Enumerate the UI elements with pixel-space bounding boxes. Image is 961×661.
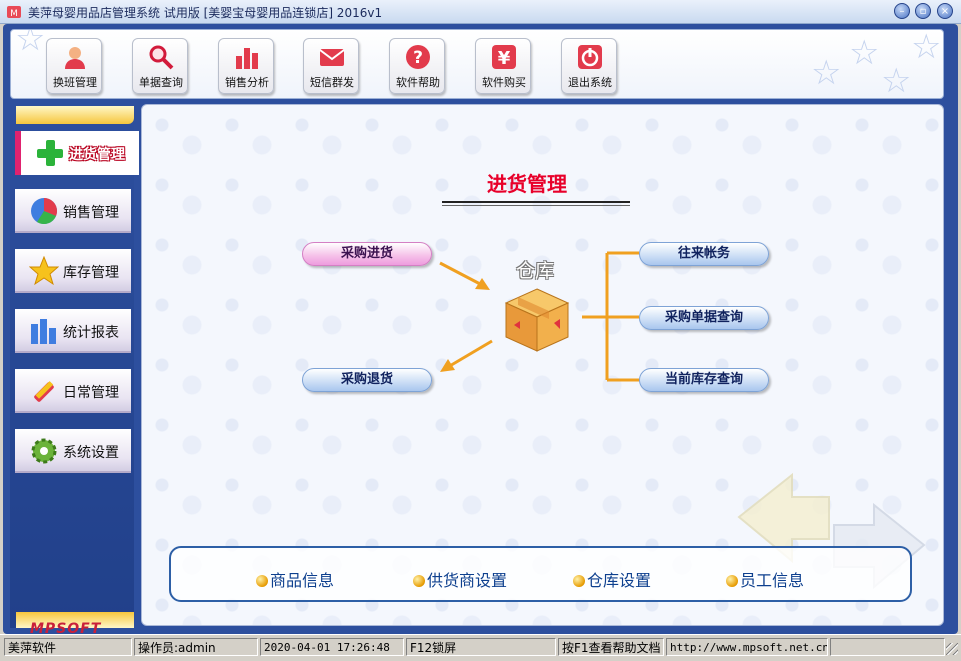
- software-help-button[interactable]: ? 软件帮助: [389, 38, 445, 94]
- sidebar-item-reports[interactable]: 统计报表: [15, 309, 131, 353]
- warehouse-settings-label: 仓库设置: [587, 571, 652, 590]
- resize-grip-icon[interactable]: [946, 643, 958, 655]
- branch-connector: [582, 251, 639, 382]
- maximize-button[interactable]: ▫: [915, 3, 931, 19]
- magnifier-icon: [149, 45, 174, 70]
- purchase-return-button[interactable]: 采购退货: [302, 368, 432, 392]
- sidebar-item-label: 销售管理: [63, 205, 119, 221]
- sms-broadcast-button[interactable]: 短信群发: [303, 38, 359, 94]
- bullet-icon: [573, 575, 585, 587]
- accounts-button[interactable]: 往来帐务: [639, 242, 769, 266]
- supplier-settings-label: 供货商设置: [427, 571, 508, 590]
- minimize-button[interactable]: –: [894, 3, 910, 19]
- sales-analysis-label: 销售分析: [225, 76, 269, 89]
- sms-broadcast-label: 短信群发: [310, 76, 354, 89]
- product-info-link[interactable]: 商品信息: [256, 567, 334, 591]
- svg-text:¥: ¥: [498, 48, 511, 69]
- svg-text:M: M: [10, 9, 18, 19]
- status-operator: 操作员:admin: [134, 638, 258, 656]
- decor-star-icon: ☆: [911, 29, 942, 67]
- close-button[interactable]: ×: [937, 3, 953, 19]
- pie-icon: [31, 198, 57, 225]
- sidebar-item-daily[interactable]: 日常管理: [15, 369, 131, 413]
- decor-star-icon: ☆: [849, 33, 880, 73]
- window-title: 美萍母婴用品店管理系统 试用版 [美婴宝母婴用品连锁店] 2016v1: [28, 6, 383, 20]
- sidebar: 进货管理 销售管理 库存管理 统计报表 日常管理 系统设置: [10, 104, 139, 628]
- arrow-from-warehouse-icon: [440, 339, 493, 372]
- sidebar-item-label: 库存管理: [63, 265, 119, 281]
- sidebar-item-label: 日常管理: [63, 385, 119, 401]
- title-bar: M 美萍母婴用品店管理系统 试用版 [美婴宝母婴用品连锁店] 2016v1 – …: [0, 0, 961, 24]
- shift-management-button[interactable]: 换班管理: [46, 38, 102, 94]
- supplier-settings-link[interactable]: 供货商设置: [413, 567, 507, 591]
- warehouse-box-icon: [504, 288, 570, 352]
- plus-icon: [37, 140, 63, 166]
- sidebar-item-label: 统计报表: [63, 325, 119, 341]
- status-bar: 美萍软件 操作员:admin 2020-04-01 17:26:48 F12锁屏…: [0, 634, 961, 661]
- bullet-icon: [413, 575, 425, 587]
- sidebar-item-purchase[interactable]: 进货管理: [15, 131, 139, 175]
- sidebar-top-bar: [16, 106, 134, 124]
- purchase-in-button[interactable]: 采购进货: [302, 242, 432, 266]
- tools-icon: [34, 381, 54, 402]
- maximize-icon: ▫: [919, 6, 927, 17]
- help-icon: ?: [406, 45, 430, 69]
- decor-star-icon: ☆: [881, 61, 912, 99]
- status-lock-hint: F12锁屏: [406, 638, 556, 656]
- star-icon: [29, 256, 59, 286]
- yen-icon: ¥: [492, 45, 516, 69]
- status-empty-pane: [830, 638, 945, 656]
- bill-query-label: 单据查询: [139, 76, 183, 89]
- bill-query-button[interactable]: 单据查询: [132, 38, 188, 94]
- buy-software-button[interactable]: ¥ 软件购买: [475, 38, 531, 94]
- report-icon: [31, 319, 56, 344]
- status-company: 美萍软件: [4, 638, 132, 656]
- gear-icon: [31, 438, 57, 464]
- employee-info-label: 员工信息: [740, 571, 805, 590]
- warehouse-settings-link[interactable]: 仓库设置: [573, 567, 651, 591]
- bullet-icon: [256, 575, 268, 587]
- envelope-icon: [319, 49, 345, 66]
- svg-text:?: ?: [413, 48, 423, 68]
- main-panel: 进货管理 采购进货 采购退货 仓库 往来帐务 采购单据查询 当前库存查询 商品信…: [141, 104, 944, 626]
- product-info-label: 商品信息: [270, 571, 335, 590]
- shift-management-label: 换班管理: [53, 76, 97, 89]
- close-icon: ×: [940, 6, 950, 17]
- sidebar-item-settings[interactable]: 系统设置: [15, 429, 131, 473]
- user-switch-icon: [65, 47, 85, 69]
- status-help-hint: 按F1查看帮助文档: [558, 638, 664, 656]
- sidebar-item-sales[interactable]: 销售管理: [15, 189, 131, 233]
- sales-analysis-button[interactable]: 销售分析: [218, 38, 274, 94]
- app-icon: M: [7, 6, 21, 19]
- power-icon: [578, 45, 602, 69]
- decor-star-icon: ☆: [15, 29, 46, 59]
- software-help-label: 软件帮助: [396, 76, 440, 89]
- arrow-to-warehouse-icon: [439, 261, 490, 290]
- status-url: http://www.mpsoft.net.cn: [666, 638, 828, 656]
- decor-star-icon: ☆: [811, 53, 842, 93]
- bar-chart-icon: [236, 48, 258, 69]
- buy-software-label: 软件购买: [482, 76, 526, 89]
- minimize-icon: –: [899, 6, 905, 17]
- toolbar: ☆ ☆ ☆ ☆ ☆ 换班管理 单据查询 销售分析 短信群发 ? 软件帮助 ¥ 软…: [10, 29, 944, 99]
- sidebar-item-label: 进货管理: [69, 147, 125, 163]
- exit-system-button[interactable]: 退出系统: [561, 38, 617, 94]
- bullet-icon: [726, 575, 738, 587]
- exit-system-label: 退出系统: [568, 76, 612, 89]
- warehouse-label: 仓库: [516, 260, 555, 282]
- stock-query-button[interactable]: 当前库存查询: [639, 368, 769, 392]
- sidebar-item-label: 系统设置: [63, 445, 119, 461]
- status-datetime: 2020-04-01 17:26:48: [260, 638, 404, 656]
- employee-info-link[interactable]: 员工信息: [726, 567, 804, 591]
- purchase-bill-query-button[interactable]: 采购单据查询: [639, 306, 769, 330]
- sidebar-item-inventory[interactable]: 库存管理: [15, 249, 131, 293]
- quick-links-panel: 商品信息 供货商设置 仓库设置 员工信息: [169, 546, 912, 602]
